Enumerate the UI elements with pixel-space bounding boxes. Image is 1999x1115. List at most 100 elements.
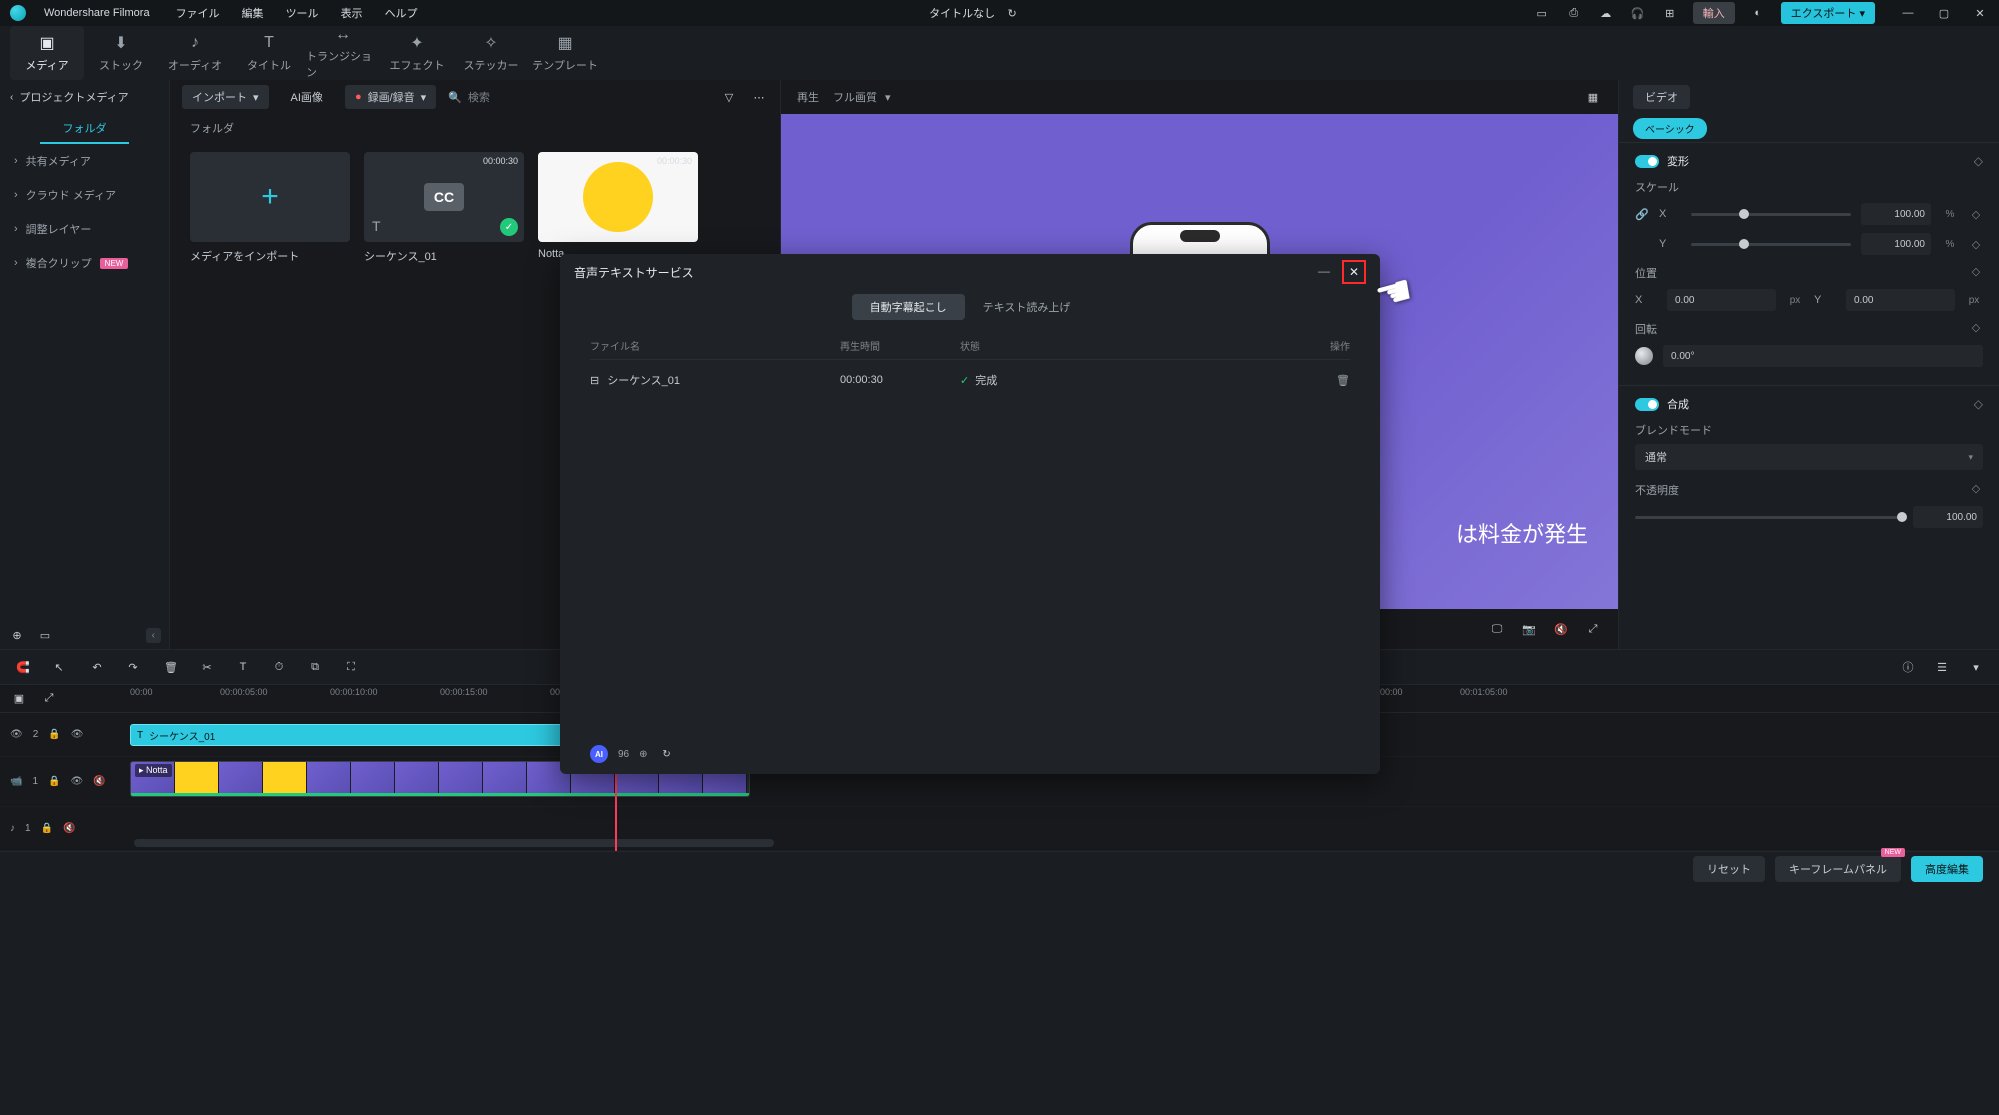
tab-title[interactable]: Tタイトル bbox=[232, 26, 306, 80]
cut-icon[interactable]: ✂ bbox=[198, 658, 216, 676]
mute-icon[interactable]: 🔇 bbox=[63, 823, 75, 834]
video-track-icon[interactable]: 📹 bbox=[10, 776, 22, 787]
menu-view[interactable]: 表示 bbox=[341, 5, 363, 21]
tab-sticker[interactable]: ✧ステッカー bbox=[454, 26, 528, 80]
keyframe-icon[interactable]: ◇ bbox=[1969, 265, 1983, 281]
menu-tool[interactable]: ツール bbox=[286, 5, 319, 21]
more-icon[interactable]: ⋯ bbox=[750, 88, 768, 106]
expand-icon[interactable]: ⤢ bbox=[40, 689, 58, 707]
volume-icon[interactable]: 🔇 bbox=[1552, 620, 1570, 638]
more-icon[interactable]: ▾ bbox=[1967, 658, 1985, 676]
close-window-icon[interactable]: ✕ bbox=[1971, 4, 1989, 22]
eye-icon[interactable]: 👁 bbox=[70, 776, 83, 787]
modal-close[interactable]: ✕ bbox=[1342, 260, 1366, 284]
minimize-icon[interactable]: — bbox=[1899, 4, 1917, 22]
play-tab[interactable]: 再生 bbox=[797, 89, 819, 105]
tab-media[interactable]: ▣メディア bbox=[10, 26, 84, 80]
link-icon[interactable]: 🔗 bbox=[1635, 208, 1649, 221]
modal-tab-tts[interactable]: テキスト読み上げ bbox=[965, 294, 1089, 320]
inspector-tab-video[interactable]: ビデオ bbox=[1633, 85, 1690, 109]
scale-x-slider[interactable] bbox=[1691, 213, 1851, 216]
folder-icon[interactable]: ▭ bbox=[36, 626, 54, 644]
media-import-card[interactable]: + メディアをインポート bbox=[190, 152, 350, 264]
tab-effect[interactable]: ✦エフェクト bbox=[380, 26, 454, 80]
keyframe-icon[interactable]: ◇ bbox=[1974, 154, 1983, 168]
new-folder-icon[interactable]: ⊕ bbox=[8, 626, 26, 644]
eye-icon[interactable]: 👁 bbox=[10, 729, 23, 740]
export-button[interactable]: エクスポート ▾ bbox=[1781, 2, 1875, 24]
menu-edit[interactable]: 編集 bbox=[242, 5, 264, 21]
modal-minimize[interactable]: — bbox=[1314, 260, 1334, 284]
sidebar-item-compound[interactable]: ›複合クリップNEW bbox=[0, 246, 169, 280]
audio-track-icon[interactable]: ♪ bbox=[10, 823, 15, 834]
menu-file[interactable]: ファイル bbox=[176, 5, 220, 21]
redo-icon[interactable]: ↷ bbox=[124, 658, 142, 676]
save-icon[interactable]: ⎙ bbox=[1565, 4, 1583, 22]
filter-icon[interactable]: ▽ bbox=[720, 88, 738, 106]
reset-button[interactable]: リセット bbox=[1693, 856, 1765, 882]
snapshot-icon[interactable]: ▦ bbox=[1584, 88, 1602, 106]
project-media-header[interactable]: ‹プロジェクトメディア bbox=[0, 80, 169, 114]
keyframe-panel-button[interactable]: キーフレームパネルNEW bbox=[1775, 856, 1901, 882]
magnet-icon[interactable]: 🧲 bbox=[14, 658, 32, 676]
lock-icon[interactable]: 🔒 bbox=[48, 729, 60, 740]
media-card[interactable]: CCT00:00:30✓ シーケンス_01 bbox=[364, 152, 524, 264]
opacity-slider[interactable] bbox=[1635, 516, 1903, 519]
inspector-subtab-basic[interactable]: ベーシック bbox=[1633, 118, 1707, 139]
record-dropdown[interactable]: ●録画/録音▾ bbox=[345, 85, 436, 109]
keyframe-icon[interactable]: ◇ bbox=[1969, 238, 1983, 251]
blend-mode-select[interactable]: 通常▾ bbox=[1635, 444, 1983, 470]
import-dropdown[interactable]: インポート▾ bbox=[182, 85, 269, 109]
media-card[interactable]: 00:00:30 Notta bbox=[538, 152, 698, 264]
refresh-icon[interactable]: ↻ bbox=[658, 745, 676, 763]
transform-toggle[interactable] bbox=[1635, 155, 1659, 168]
group-icon[interactable]: ⛶ bbox=[342, 658, 360, 676]
tab-audio[interactable]: ♪オーディオ bbox=[158, 26, 232, 80]
maximize-icon[interactable]: ▢ bbox=[1935, 4, 1953, 22]
modal-tab-stt[interactable]: 自動字幕起こし bbox=[852, 294, 965, 320]
display-icon[interactable]: 🖵 bbox=[1488, 620, 1506, 638]
keyframe-icon[interactable]: ◇ bbox=[1969, 321, 1983, 337]
history-icon[interactable]: ↻ bbox=[1003, 4, 1021, 22]
grid-icon[interactable]: ⊞ bbox=[1661, 4, 1679, 22]
delete-row[interactable]: 🗑 bbox=[1290, 374, 1350, 387]
lock-icon[interactable]: 🔒 bbox=[41, 823, 53, 834]
undo-icon[interactable]: ↶ bbox=[88, 658, 106, 676]
tab-template[interactable]: ▦テンプレート bbox=[528, 26, 602, 80]
pos-x-input[interactable]: 0.00 bbox=[1667, 289, 1776, 311]
tab-stock[interactable]: ⬇ストック bbox=[84, 26, 158, 80]
keyframe-icon[interactable]: ◇ bbox=[1969, 208, 1983, 221]
speed-icon[interactable]: ⏱ bbox=[270, 658, 288, 676]
mute-icon[interactable]: 🔇 bbox=[93, 776, 105, 787]
info-icon[interactable]: ⓘ bbox=[1899, 658, 1917, 676]
scale-y-input[interactable]: 100.00 bbox=[1861, 233, 1931, 255]
scale-x-input[interactable]: 100.00 bbox=[1861, 203, 1931, 225]
cloud-icon[interactable]: ☁ bbox=[1597, 4, 1615, 22]
list-view-icon[interactable]: ☰ bbox=[1933, 658, 1951, 676]
rotation-input[interactable]: 0.00° bbox=[1663, 345, 1983, 367]
account-icon[interactable]: ◐ bbox=[1749, 4, 1767, 22]
lock-icon[interactable]: 🔒 bbox=[48, 776, 60, 787]
fullscreen-icon[interactable]: ⤢ bbox=[1584, 620, 1602, 638]
pos-y-input[interactable]: 0.00 bbox=[1846, 289, 1955, 311]
text-tool-icon[interactable]: T bbox=[234, 658, 252, 676]
crop-icon[interactable]: ⧉ bbox=[306, 658, 324, 676]
search-input[interactable]: 🔍検索 bbox=[448, 89, 708, 105]
ai-image-button[interactable]: AI画像 bbox=[281, 85, 333, 109]
pointer-icon[interactable]: ↖ bbox=[50, 658, 68, 676]
folder-tab[interactable]: フォルダ bbox=[40, 114, 129, 144]
opacity-input[interactable]: 100.00 bbox=[1913, 506, 1983, 528]
collapse-sidebar[interactable]: ‹ bbox=[146, 628, 161, 643]
advanced-edit-button[interactable]: 高度編集 bbox=[1911, 856, 1983, 882]
import-button[interactable]: 輸入 bbox=[1693, 2, 1735, 24]
headphones-icon[interactable]: 🎧 bbox=[1629, 4, 1647, 22]
layout-icon[interactable]: ▭ bbox=[1533, 4, 1551, 22]
sidebar-item-shared[interactable]: ›共有メディア bbox=[0, 144, 169, 178]
sidebar-item-cloud[interactable]: ›クラウド メディア bbox=[0, 178, 169, 212]
mute-icon[interactable]: 👁 bbox=[71, 729, 84, 740]
add-credits[interactable]: ⊕ bbox=[639, 749, 647, 760]
quality-select[interactable]: フル画質▾ bbox=[833, 89, 891, 105]
keyframe-icon[interactable]: ◇ bbox=[1969, 482, 1983, 498]
rotation-dial[interactable] bbox=[1635, 347, 1653, 365]
sidebar-item-adjust[interactable]: ›調整レイヤー bbox=[0, 212, 169, 246]
